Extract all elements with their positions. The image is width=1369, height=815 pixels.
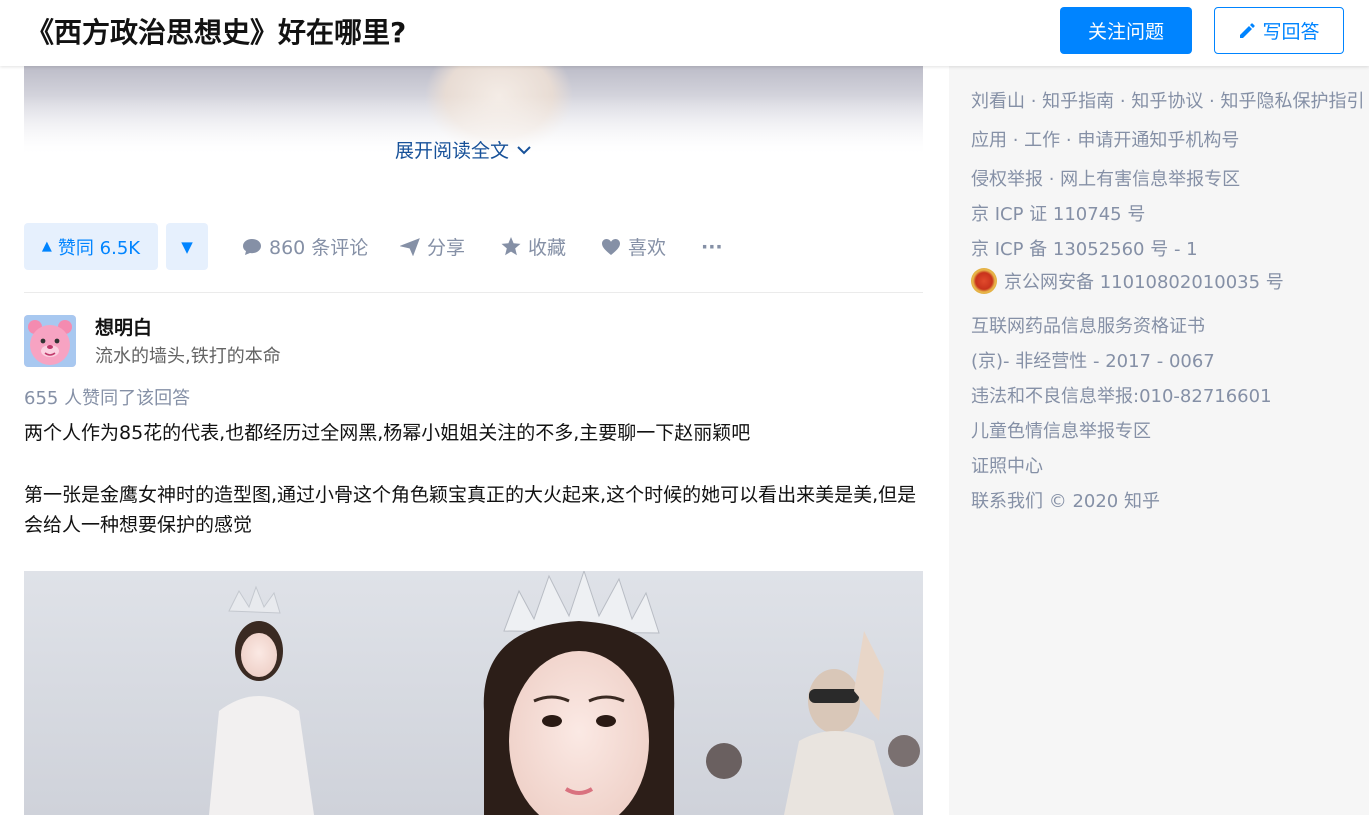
upvote-label: 赞同 6.5K	[57, 237, 141, 259]
bear-avatar-icon	[24, 315, 76, 367]
question-title[interactable]: 《西方政治思想史》好在哪里?	[26, 13, 406, 53]
divider	[24, 292, 923, 293]
answer-card: 展开阅读全文 ▲ 赞同 6.5K ▼ 860 条评论 分享 收藏 喜欢 ··· …	[0, 0, 949, 815]
heart-icon	[602, 238, 620, 255]
more-label: ···	[701, 235, 723, 258]
like-button[interactable]: 喜欢	[601, 223, 666, 270]
author-bio: 流水的墙头,铁打的本命	[95, 346, 281, 367]
star-icon	[501, 237, 521, 256]
upvote-button[interactable]: ▲ 赞同 6.5K	[24, 223, 158, 270]
share-icon	[400, 237, 420, 256]
drug-certificate[interactable]: 互联网药品信息服务资格证书	[971, 312, 1205, 338]
icp-license[interactable]: 京 ICP 证 110745 号	[971, 200, 1145, 226]
expand-button[interactable]: 展开阅读全文	[395, 136, 531, 163]
chevron-down-icon	[517, 145, 531, 154]
write-answer-label: 写回答	[1262, 21, 1320, 43]
report-phone[interactable]: 违法和不良信息举报:010-82716601	[971, 382, 1272, 408]
answer-photo[interactable]	[24, 571, 923, 815]
footer-links-row-3[interactable]: 侵权举报 · 网上有害信息举报专区	[971, 165, 1240, 191]
pencil-icon	[1240, 22, 1256, 38]
police-record[interactable]: 京公网安备 11010802010035 号	[971, 268, 1284, 294]
police-record-label: 京公网安备 11010802010035 号	[1004, 272, 1284, 293]
avatar[interactable]	[24, 315, 76, 367]
question-header: 《西方政治思想史》好在哪里? 关注问题 写回答	[0, 0, 1369, 66]
favorite-button[interactable]: 收藏	[501, 223, 566, 270]
expand-label: 展开阅读全文	[395, 140, 510, 162]
favorite-label: 收藏	[528, 237, 567, 259]
follow-label: 关注问题	[1087, 21, 1164, 43]
drug-certificate-number[interactable]: (京)- 非经营性 - 2017 - 0067	[971, 347, 1215, 373]
write-answer-button[interactable]: 写回答	[1214, 7, 1344, 54]
author-name[interactable]: 想明白	[95, 313, 152, 340]
downvote-button[interactable]: ▼	[166, 223, 208, 270]
upvote-triangle-icon: ▲	[41, 239, 52, 254]
downvote-triangle-icon: ▼	[181, 237, 193, 256]
icp-record[interactable]: 京 ICP 备 13052560 号 - 1	[971, 235, 1198, 261]
photo-illustration	[24, 571, 923, 815]
comments-label: 860 条评论	[269, 237, 369, 259]
more-button[interactable]: ···	[701, 223, 723, 270]
contact-copyright[interactable]: 联系我们 © 2020 知乎	[971, 487, 1160, 513]
license-center-link[interactable]: 证照中心	[971, 452, 1043, 478]
vote-info: 655 人赞同了该回答	[24, 388, 191, 409]
footer-links-row-1[interactable]: 刘看山 · 知乎指南 · 知乎协议 · 知乎隐私保护指引	[971, 87, 1365, 113]
like-label: 喜欢	[628, 237, 667, 259]
share-button[interactable]: 分享	[400, 223, 465, 270]
follow-question-button[interactable]: 关注问题	[1060, 7, 1192, 54]
answer-paragraph: 两个人作为85花的代表,也都经历过全网黑,杨幂小姐姐关注的不多,主要聊一下赵丽颖…	[24, 422, 751, 444]
child-report-link[interactable]: 儿童色情信息举报专区	[971, 417, 1151, 443]
share-label: 分享	[427, 237, 466, 259]
answer-paragraph: 第一张是金鹰女神时的造型图,通过小骨这个角色颖宝真正的大火起来,这个时候的她可以…	[24, 484, 917, 536]
footer-links-row-2[interactable]: 应用 · 工作 · 申请开通知乎机构号	[971, 126, 1239, 152]
comments-button[interactable]: 860 条评论	[242, 223, 368, 270]
police-badge-icon	[971, 268, 997, 294]
comment-icon	[243, 238, 261, 255]
